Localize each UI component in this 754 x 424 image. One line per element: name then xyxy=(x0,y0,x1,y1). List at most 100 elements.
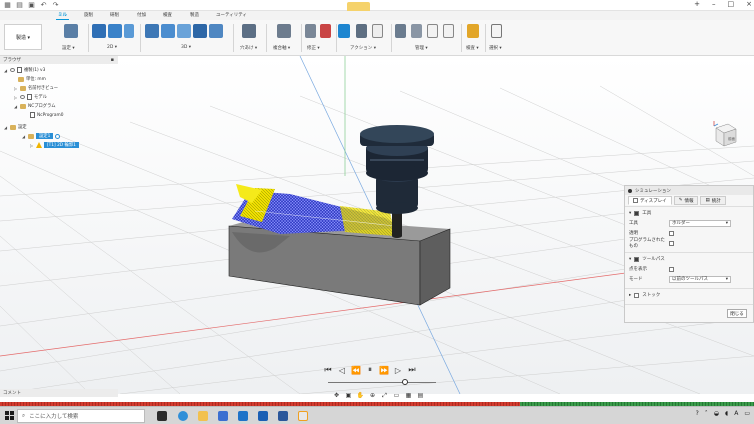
tree-named-views[interactable]: ▷ 名前付きビュー xyxy=(14,84,58,92)
fusion-icon[interactable] xyxy=(298,411,308,421)
3d-pocket-icon[interactable] xyxy=(161,24,175,38)
2d-contour-icon[interactable] xyxy=(124,24,134,38)
word-icon[interactable] xyxy=(278,411,288,421)
tree-setup1[interactable]: ◢ 設定1 xyxy=(22,132,61,140)
toolpath-section-header[interactable]: ▾ ツールパス xyxy=(629,255,749,263)
viewcube[interactable] xyxy=(712,120,738,148)
setup-sheet-icon[interactable] xyxy=(372,24,383,38)
templates-icon[interactable] xyxy=(411,24,422,38)
tool-dropdown[interactable]: ホルダー ▾ xyxy=(669,219,731,227)
app-menu-icon[interactable]: ▦ xyxy=(3,1,12,10)
ime-indicator[interactable]: A xyxy=(734,410,738,417)
taskbar-search-box[interactable]: ⌕ ここに入力して検索 xyxy=(17,409,145,423)
post-library-icon[interactable] xyxy=(427,24,438,38)
step-back-icon[interactable]: ⏪ xyxy=(351,365,361,375)
zoom-icon[interactable]: ⊕ xyxy=(368,392,377,399)
orbit-icon[interactable]: ✥ xyxy=(332,392,341,399)
post-process-icon[interactable] xyxy=(356,24,367,38)
tree-operation[interactable]: ▷ [T1] 2D 輪郭1 xyxy=(30,141,79,149)
viewports-icon[interactable]: ▤ xyxy=(416,392,425,399)
add-tab-icon[interactable]: + xyxy=(694,0,700,8)
stock-section-header[interactable]: ▸ ストック xyxy=(629,291,749,299)
tree-model[interactable]: ▷ モデル xyxy=(14,93,47,101)
step-forward-icon[interactable]: ⏩ xyxy=(379,365,389,375)
group-manage-label[interactable]: 管理 ▾ xyxy=(415,45,428,51)
active-setup-icon[interactable] xyxy=(55,133,61,139)
setup-icon[interactable] xyxy=(64,24,78,38)
explorer-icon[interactable] xyxy=(198,411,208,421)
sim-tab-stats[interactable]: ▤ 統計 xyxy=(700,196,726,205)
mail-icon[interactable] xyxy=(238,411,248,421)
store-icon[interactable] xyxy=(218,411,228,421)
tree-setups[interactable]: ◢ 設定 xyxy=(4,123,27,131)
visibility-icon[interactable] xyxy=(10,68,15,72)
tab-turning[interactable]: 旋削 xyxy=(84,12,93,18)
tab-utility[interactable]: ユーティリティ xyxy=(216,12,247,18)
group-modify-label[interactable]: 修正 ▾ xyxy=(307,45,320,51)
file-icon[interactable]: ▤ xyxy=(15,1,24,10)
comments-panel[interactable]: コメント xyxy=(0,389,118,397)
tree-units[interactable]: 単位: mm xyxy=(18,75,46,83)
windows-start-icon[interactable] xyxy=(5,411,14,420)
colorize-checkbox[interactable] xyxy=(669,240,674,246)
edge-icon[interactable] xyxy=(178,411,188,421)
tab-additive[interactable]: 付加 xyxy=(137,12,146,18)
close-icon[interactable]: × xyxy=(746,0,752,8)
tool-section-header[interactable]: ▾ 工具 xyxy=(629,209,749,217)
3d-scallop-icon[interactable] xyxy=(209,24,223,38)
group-2d-label[interactable]: 2D ▾ xyxy=(107,45,117,50)
tab-grinding[interactable]: 研削 xyxy=(110,12,119,18)
machine-library-icon[interactable] xyxy=(443,24,454,38)
transparent-checkbox[interactable] xyxy=(669,230,674,236)
outlook-icon[interactable] xyxy=(258,411,268,421)
next-operation-icon[interactable]: ▷ xyxy=(393,365,403,375)
toolpath-visible-checkbox[interactable] xyxy=(634,256,640,262)
measure-icon[interactable] xyxy=(467,24,479,38)
pause-icon[interactable]: ⏸ xyxy=(365,365,375,375)
fit-icon[interactable]: ⤢ xyxy=(380,392,389,399)
go-to-start-icon[interactable]: ⏮ xyxy=(323,365,333,375)
tool-visible-checkbox[interactable] xyxy=(634,210,640,216)
notification-icon[interactable]: ▭ xyxy=(744,410,750,417)
2d-pocket-icon[interactable] xyxy=(108,24,122,38)
group-select-label[interactable]: 選択 ▾ xyxy=(489,45,502,51)
previous-operation-icon[interactable]: ◁ xyxy=(337,365,347,375)
tab-mill[interactable]: ミル xyxy=(56,12,69,20)
show-points-checkbox[interactable] xyxy=(669,266,674,272)
look-at-icon[interactable]: ▣ xyxy=(344,392,353,399)
minimize-icon[interactable]: – xyxy=(712,0,716,8)
save-icon[interactable]: ▣ xyxy=(27,1,36,10)
drill-icon[interactable] xyxy=(242,24,256,38)
3d-parallel-icon[interactable] xyxy=(193,24,207,38)
network-icon[interactable]: ◒ xyxy=(714,410,719,417)
group-actions-label[interactable]: アクション ▾ xyxy=(350,45,376,51)
tree-ncprogram0[interactable]: NcProgram0 xyxy=(30,111,63,119)
mode-dropdown[interactable]: 以前のツールパス ▾ xyxy=(669,275,731,283)
tree-root[interactable]: ◢ 複製(1) v3 xyxy=(4,66,45,74)
group-setup-label[interactable]: 設定 ▾ xyxy=(62,45,75,51)
visibility-icon[interactable] xyxy=(20,95,25,99)
tool-library-icon[interactable] xyxy=(395,24,406,38)
tree-nc-programs[interactable]: ◢ NCプログラム xyxy=(14,102,56,110)
close-button[interactable]: 閉じる xyxy=(727,309,747,318)
multiaxis-icon[interactable] xyxy=(277,24,291,38)
3d-steep-icon[interactable] xyxy=(177,24,191,38)
volume-icon[interactable]: ◖ xyxy=(725,410,728,417)
playback-slider[interactable] xyxy=(328,382,436,383)
task-view-icon[interactable] xyxy=(157,411,167,421)
modify-icon[interactable] xyxy=(305,24,316,38)
sim-tab-display[interactable]: ディスプレイ xyxy=(628,196,672,205)
group-multiaxis-label[interactable]: 複合軸 ▾ xyxy=(273,45,290,51)
tab-inspection[interactable]: 検査 xyxy=(163,12,172,18)
group-drilling-label[interactable]: 穴あけ ▾ xyxy=(240,45,257,51)
group-3d-label[interactable]: 3D ▾ xyxy=(181,45,191,50)
stock-visible-checkbox[interactable] xyxy=(634,292,640,298)
panel-close-icon[interactable]: ▪ xyxy=(111,57,114,63)
tab-manufacturing[interactable]: 製造 xyxy=(190,12,199,18)
undo-icon[interactable]: ↶ xyxy=(39,1,48,10)
grid-settings-icon[interactable]: ▦ xyxy=(404,392,413,399)
select-icon[interactable] xyxy=(491,24,502,38)
document-tab[interactable] xyxy=(347,2,370,11)
help-icon[interactable]: ? xyxy=(696,410,699,417)
2d-adaptive-icon[interactable] xyxy=(92,24,106,38)
